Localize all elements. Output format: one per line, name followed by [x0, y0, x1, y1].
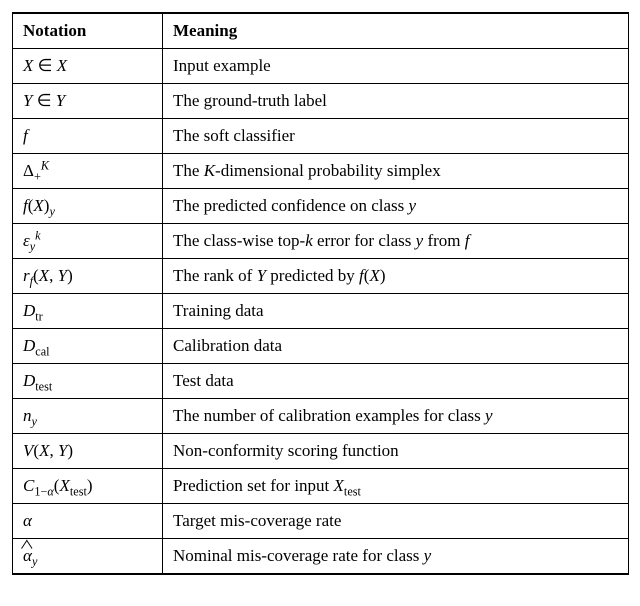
table-row: V(X, Y)Non-conformity scoring function — [13, 434, 629, 469]
table-row: f(X)yThe predicted confidence on class y — [13, 189, 629, 224]
table-row: nyThe number of calibration examples for… — [13, 399, 629, 434]
notation-cell: rf(X, Y) — [13, 259, 163, 294]
notation-cell: Dtr — [13, 294, 163, 329]
notation-cell: Δ+K — [13, 154, 163, 189]
table-row: αTarget mis-coverage rate — [13, 504, 629, 539]
meaning-cell: The rank of Y predicted by f(X) — [163, 259, 629, 294]
notation-table: Notation Meaning X ∈ XInput exampleY ∈ Y… — [12, 12, 629, 575]
meaning-cell: The K-dimensional probability simplex — [163, 154, 629, 189]
meaning-cell: The class-wise top-k error for class y f… — [163, 224, 629, 259]
meaning-cell: The ground-truth label — [163, 84, 629, 119]
notation-cell: ny — [13, 399, 163, 434]
table-row: DcalCalibration data — [13, 329, 629, 364]
header-meaning: Meaning — [163, 13, 629, 49]
notation-cell: Y ∈ Y — [13, 84, 163, 119]
table-row: Y ∈ YThe ground-truth label — [13, 84, 629, 119]
table-header-row: Notation Meaning — [13, 13, 629, 49]
meaning-cell: Prediction set for input Xtest — [163, 469, 629, 504]
table-row: C1−α(Xtest)Prediction set for input Xtes… — [13, 469, 629, 504]
header-notation: Notation — [13, 13, 163, 49]
notation-cell: Dcal — [13, 329, 163, 364]
meaning-cell: Nominal mis-coverage rate for class y — [163, 539, 629, 575]
meaning-cell: The number of calibration examples for c… — [163, 399, 629, 434]
table-row: X ∈ XInput example — [13, 49, 629, 84]
table-row: DtrTraining data — [13, 294, 629, 329]
table-row: fThe soft classifier — [13, 119, 629, 154]
meaning-cell: Target mis-coverage rate — [163, 504, 629, 539]
meaning-cell: Input example — [163, 49, 629, 84]
notation-cell: αy — [13, 539, 163, 575]
table-row: εykThe class-wise top-k error for class … — [13, 224, 629, 259]
meaning-cell: Test data — [163, 364, 629, 399]
notation-cell: X ∈ X — [13, 49, 163, 84]
meaning-cell: Calibration data — [163, 329, 629, 364]
meaning-cell: The predicted confidence on class y — [163, 189, 629, 224]
meaning-cell: Training data — [163, 294, 629, 329]
notation-cell: f — [13, 119, 163, 154]
notation-cell: εyk — [13, 224, 163, 259]
notation-cell: C1−α(Xtest) — [13, 469, 163, 504]
meaning-cell: Non-conformity scoring function — [163, 434, 629, 469]
notation-cell: α — [13, 504, 163, 539]
table-row: rf(X, Y)The rank of Y predicted by f(X) — [13, 259, 629, 294]
table-row: DtestTest data — [13, 364, 629, 399]
meaning-cell: The soft classifier — [163, 119, 629, 154]
table-row: αyNominal mis-coverage rate for class y — [13, 539, 629, 575]
notation-cell: Dtest — [13, 364, 163, 399]
notation-cell: f(X)y — [13, 189, 163, 224]
notation-cell: V(X, Y) — [13, 434, 163, 469]
table-body: X ∈ XInput exampleY ∈ YThe ground-truth … — [13, 49, 629, 575]
table-row: Δ+KThe K-dimensional probability simplex — [13, 154, 629, 189]
